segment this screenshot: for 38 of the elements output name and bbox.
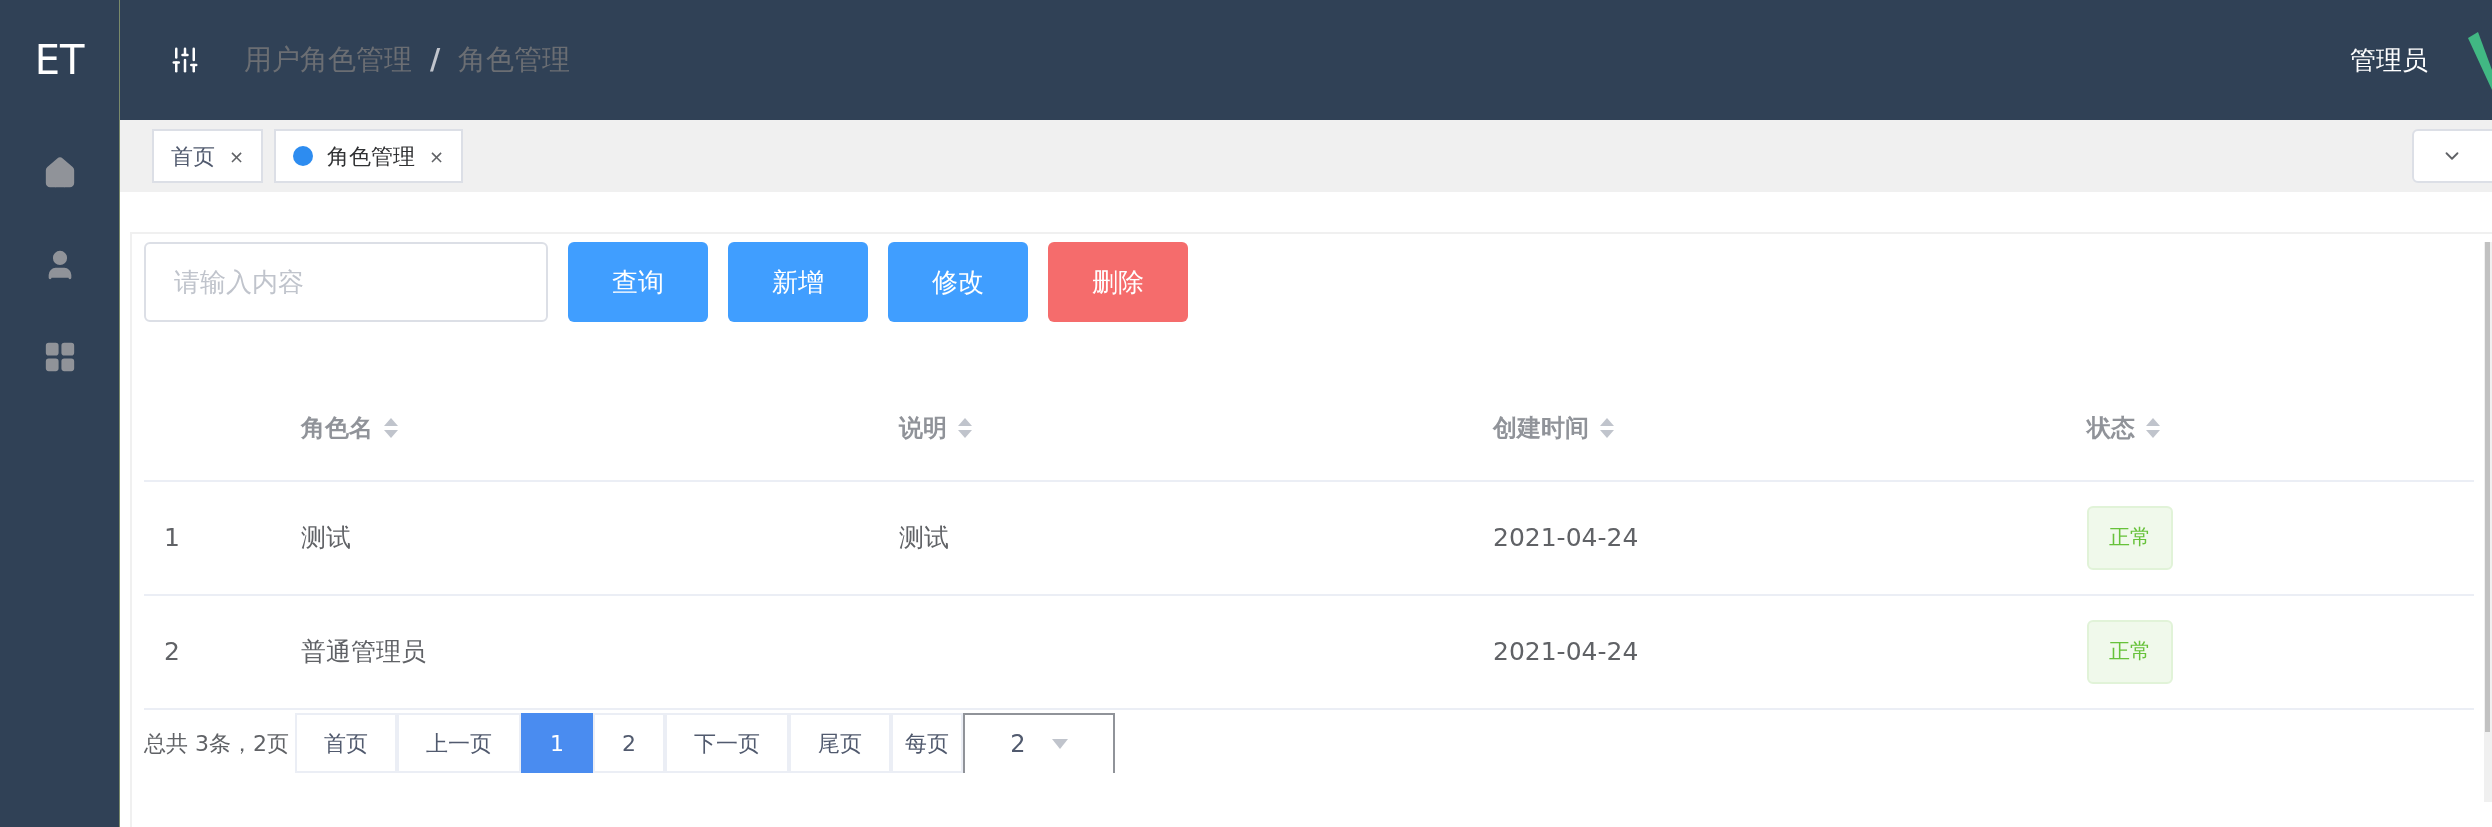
table-cell-text: 2021-04-24 <box>1493 522 1639 555</box>
column-header: 状态 <box>2087 413 2135 444</box>
tab[interactable]: 首页 × <box>152 129 264 183</box>
tabs-dropdown-button[interactable] <box>2412 129 2492 183</box>
search-field[interactable]: 请输入内容 <box>144 242 548 322</box>
sort-icon[interactable] <box>957 417 973 439</box>
pagination-button[interactable]: 上一页 <box>397 713 521 773</box>
per-page-select[interactable]: 2 <box>963 713 1115 773</box>
column-header: 角色名 <box>301 413 373 444</box>
table-cell-text: 测试 <box>899 522 949 555</box>
close-icon[interactable]: × <box>429 142 445 170</box>
close-icon[interactable]: × <box>229 142 245 170</box>
logo-icon <box>2468 30 2492 90</box>
column-header: 创建时间 <box>1493 413 1589 444</box>
breadcrumb-item: 角色管理 <box>458 42 571 78</box>
pagination-button[interactable]: 2 <box>593 713 665 773</box>
sort-icon[interactable] <box>1599 417 1615 439</box>
sliders-icon[interactable] <box>170 45 200 75</box>
status-tag: 正常 <box>2087 506 2173 570</box>
breadcrumb-separator: / <box>430 42 441 78</box>
pagination-summary: 总共 3条，2页 <box>144 729 289 758</box>
pagination-button[interactable]: 首页 <box>295 713 397 773</box>
table-cell-text: 2021-04-24 <box>1493 636 1639 669</box>
status-tag: 正常 <box>2087 620 2173 684</box>
table-cell-text: 普通管理员 <box>301 636 426 669</box>
sort-icon[interactable] <box>2145 417 2161 439</box>
tab[interactable]: 角色管理 × <box>274 129 464 183</box>
pagination-button[interactable]: 尾页 <box>789 713 891 773</box>
table-cell-text: 1 <box>164 522 180 555</box>
per-page-label: 每页 <box>891 713 963 773</box>
logo-text: ET <box>34 36 85 85</box>
column-header: 说明 <box>899 413 947 444</box>
user-name[interactable]: 管理员 <box>2350 40 2428 80</box>
pagination-button[interactable]: 下一页 <box>665 713 789 773</box>
table-cell-text: 测试 <box>301 522 351 555</box>
caret-icon <box>1051 739 1068 749</box>
sort-icon[interactable] <box>383 417 399 439</box>
table-cell-text: 2 <box>164 636 180 669</box>
